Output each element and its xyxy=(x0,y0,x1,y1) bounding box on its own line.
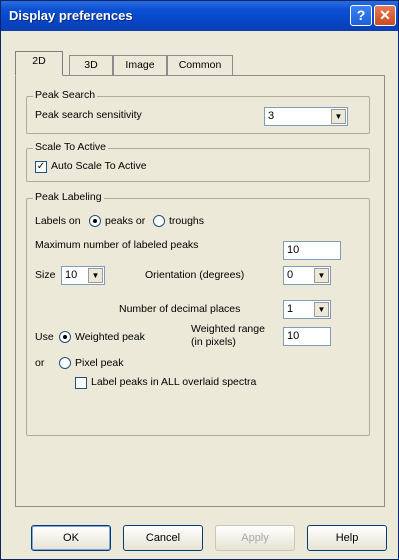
decimal-places-label: Number of decimal places xyxy=(119,303,241,315)
orientation-value: 0 xyxy=(287,269,294,281)
overlaid-spectra-label: Label peaks in ALL overlaid spectra xyxy=(91,376,257,388)
troughs-label: troughs xyxy=(169,215,205,227)
peaks-or-label: peaks or xyxy=(105,215,146,227)
tab-2d[interactable]: 2D xyxy=(15,51,63,76)
max-labeled-label: Maximum number of labeled peaks xyxy=(35,239,199,251)
tab-common[interactable]: Common xyxy=(167,55,233,75)
chevron-down-icon[interactable]: ▼ xyxy=(331,109,346,124)
size-value: 10 xyxy=(65,269,78,281)
pixel-peak-radio[interactable] xyxy=(59,357,71,369)
radio-selected-dot xyxy=(93,219,97,223)
title-bar[interactable]: Display preferences ? ✕ xyxy=(1,1,398,31)
sensitivity-label: Peak search sensitivity xyxy=(35,109,142,121)
pixel-peak-label: Pixel peak xyxy=(75,357,124,369)
orientation-select[interactable]: 0 ▼ xyxy=(283,266,331,285)
display-preferences-dialog: Display preferences ? ✕ 2D 3D Image Comm… xyxy=(0,0,399,560)
tab-panel-2d: Peak Search Peak search sensitivity 3 ▼ … xyxy=(15,75,385,507)
weighted-peak-radio[interactable] xyxy=(59,331,71,343)
decimal-places-value: 1 xyxy=(287,303,294,315)
sensitivity-value: 3 xyxy=(268,110,275,122)
scale-to-active-group: Scale To Active ✓ Auto Scale To Active xyxy=(26,141,370,182)
max-labeled-input[interactable]: 10 xyxy=(283,241,341,260)
cancel-button[interactable]: Cancel xyxy=(123,525,203,551)
chevron-down-icon[interactable]: ▼ xyxy=(88,268,103,283)
radio-selected-dot xyxy=(63,335,67,339)
size-label: Size xyxy=(35,269,56,281)
help-button[interactable]: Help xyxy=(307,525,387,551)
apply-button[interactable]: Apply xyxy=(215,525,295,551)
ok-button[interactable]: OK xyxy=(31,525,111,551)
group-title: Peak Labeling xyxy=(33,191,104,203)
weighted-peak-label: Weighted peak xyxy=(75,331,145,343)
chevron-down-icon[interactable]: ▼ xyxy=(314,268,329,283)
tab-3d[interactable]: 3D xyxy=(69,55,113,75)
weighted-range-input[interactable]: 10 xyxy=(283,327,331,346)
or-label: or xyxy=(35,357,45,369)
chevron-down-icon[interactable]: ▼ xyxy=(314,302,329,317)
auto-scale-label: Auto Scale To Active xyxy=(51,160,147,172)
weighted-range-label: Weighted range xyxy=(191,323,265,335)
troughs-radio[interactable] xyxy=(153,215,165,227)
sensitivity-select[interactable]: 3 ▼ xyxy=(264,107,348,126)
help-icon[interactable]: ? xyxy=(350,5,372,26)
peaks-radio[interactable] xyxy=(89,215,101,227)
use-label: Use xyxy=(35,331,54,343)
overlaid-spectra-checkbox[interactable] xyxy=(75,377,87,389)
tab-image[interactable]: Image xyxy=(113,55,167,75)
size-select[interactable]: 10 ▼ xyxy=(61,266,105,285)
peak-search-group: Peak Search Peak search sensitivity 3 ▼ xyxy=(26,89,370,134)
group-title: Peak Search xyxy=(33,89,98,101)
orientation-label: Orientation (degrees) xyxy=(145,269,245,281)
auto-scale-checkbox[interactable]: ✓ xyxy=(35,161,47,173)
close-icon[interactable]: ✕ xyxy=(374,5,396,26)
dialog-title: Display preferences xyxy=(9,8,133,23)
decimal-places-select[interactable]: 1 ▼ xyxy=(283,300,331,319)
weighted-range-unit-label: (in pixels) xyxy=(191,336,236,348)
peak-labeling-group: Peak Labeling Labels on peaks or troughs… xyxy=(26,191,370,436)
labels-on-label: Labels on xyxy=(35,215,81,227)
group-title: Scale To Active xyxy=(33,141,109,153)
